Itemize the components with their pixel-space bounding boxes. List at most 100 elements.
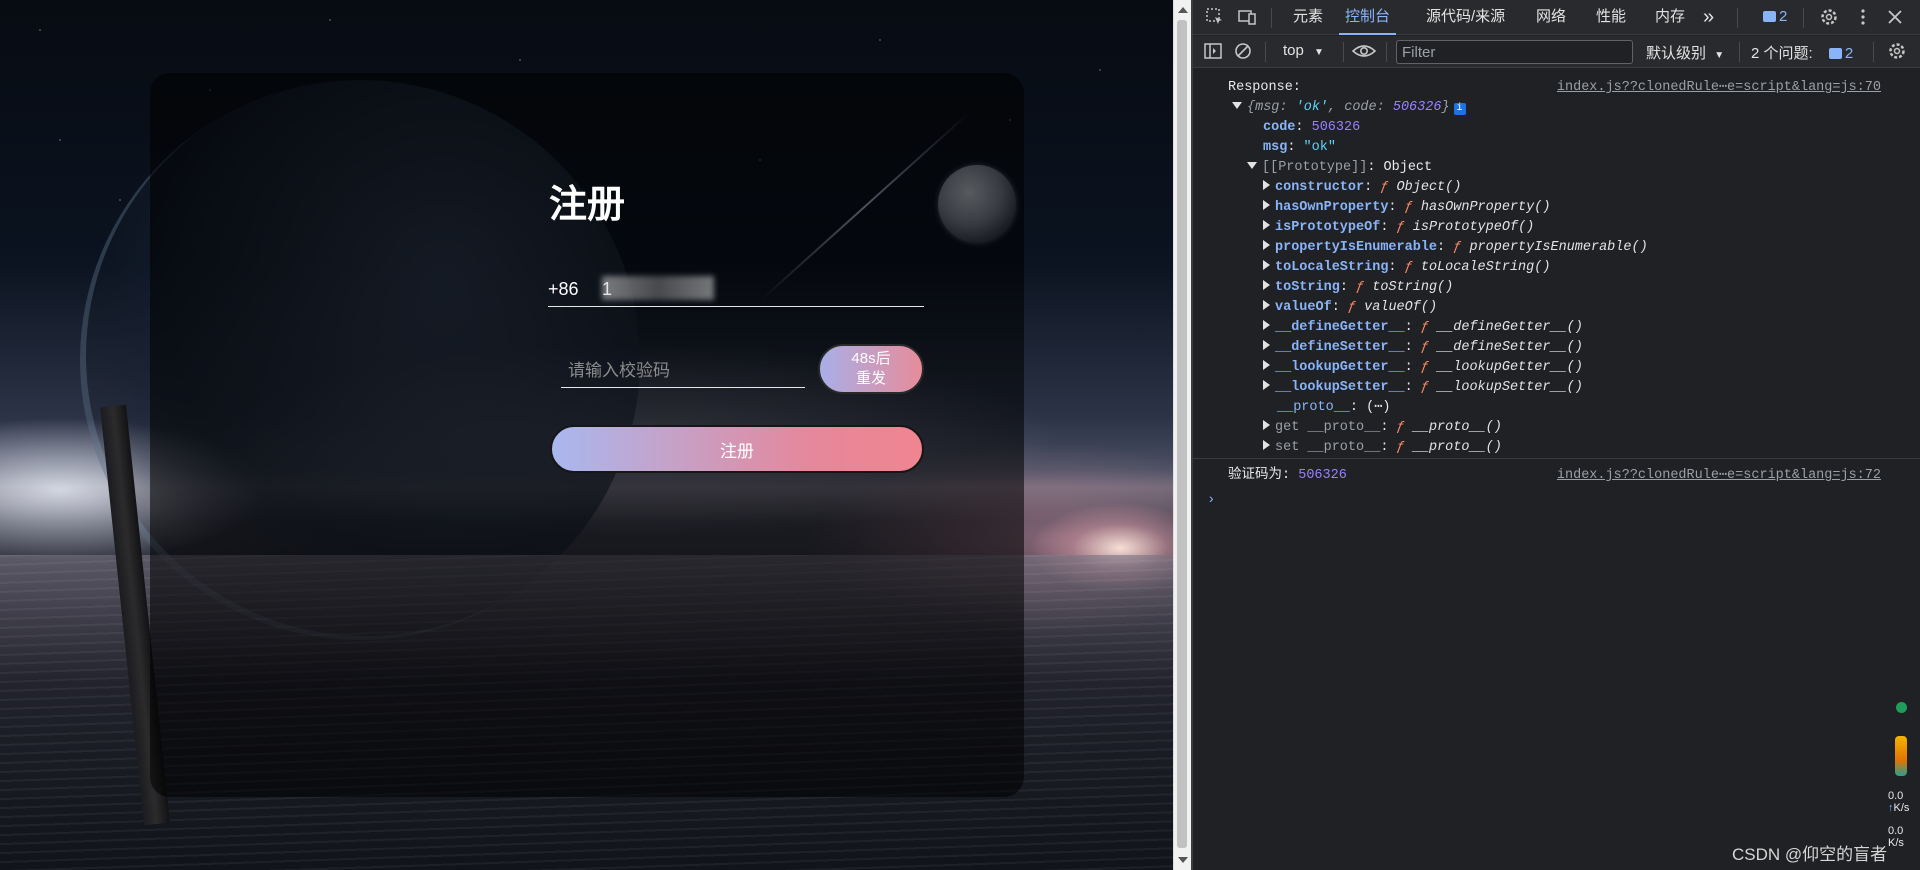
function-marker: ƒ bbox=[1420, 320, 1429, 335]
expand-triangle-icon[interactable] bbox=[1263, 220, 1270, 230]
prototype-row[interactable]: [[Prototype]]: Object bbox=[1247, 158, 1920, 178]
prototype-member-row[interactable]: __defineSetter__: ƒ __defineSetter__() bbox=[1263, 338, 1920, 358]
prototype-member-row[interactable]: __defineGetter__: ƒ __defineGetter__() bbox=[1263, 318, 1920, 338]
expand-triangle-icon[interactable] bbox=[1263, 380, 1270, 390]
expand-triangle-icon[interactable] bbox=[1263, 420, 1270, 430]
function-marker: ƒ bbox=[1347, 300, 1357, 315]
expand-triangle-icon[interactable] bbox=[1263, 280, 1270, 290]
context-selector[interactable]: top ▼ bbox=[1283, 42, 1324, 59]
verify-code: 506326 bbox=[1298, 468, 1347, 483]
tab-sources[interactable]: 源代码/来源 bbox=[1426, 0, 1505, 35]
property-key: toString bbox=[1275, 280, 1340, 295]
function-name: __defineGetter__() bbox=[1437, 320, 1583, 335]
scrollbar-thumb[interactable] bbox=[1177, 20, 1187, 848]
property-key: __defineGetter__ bbox=[1275, 320, 1405, 335]
function-marker: ƒ bbox=[1420, 380, 1429, 395]
prototype-member-row[interactable]: toLocaleString: ƒ toLocaleString() bbox=[1263, 258, 1920, 278]
more-options-icon[interactable] bbox=[1853, 7, 1875, 29]
tab-elements[interactable]: 元素 bbox=[1293, 0, 1323, 35]
prototype-member-row[interactable]: constructor: ƒ Object() bbox=[1263, 178, 1920, 198]
issues-badge[interactable]: 2 bbox=[1763, 0, 1787, 35]
console-toolbar: top ▼ 默认级别 ▼ 2 个问题: 2 bbox=[1193, 36, 1920, 68]
expand-triangle-icon[interactable] bbox=[1263, 300, 1270, 310]
country-code: +86 bbox=[548, 279, 579, 299]
resend-code-button[interactable]: 48s后 重发 bbox=[818, 344, 924, 394]
prototype-member-row[interactable]: __lookupGetter__: ƒ __lookupGetter__() bbox=[1263, 358, 1920, 378]
prototype-member-row[interactable]: valueOf: ƒ valueOf() bbox=[1263, 298, 1920, 318]
clear-console-icon[interactable] bbox=[1233, 41, 1255, 63]
issues-counter[interactable]: 2 个问题: 2 bbox=[1751, 42, 1853, 63]
log-level-dropdown[interactable]: 默认级别 ▼ bbox=[1646, 42, 1724, 63]
expand-triangle-icon[interactable] bbox=[1232, 102, 1242, 109]
function-name: toString() bbox=[1372, 280, 1454, 295]
issues-label: 2 个问题: bbox=[1751, 45, 1813, 62]
object-summary-row[interactable]: {msg: 'ok', code: 506326} i bbox=[1232, 98, 1920, 118]
property-key: hasOwnProperty bbox=[1275, 200, 1389, 215]
expand-triangle-icon[interactable] bbox=[1263, 340, 1270, 350]
toolbar-divider bbox=[1271, 8, 1272, 28]
page-scrollbar[interactable] bbox=[1173, 0, 1191, 870]
property-key: [[Prototype]] bbox=[1262, 160, 1368, 175]
toolbar-divider bbox=[1386, 42, 1387, 62]
toolbar-divider bbox=[1265, 42, 1266, 62]
register-card: 注册 +86 1 48s后 重发 注册 bbox=[150, 73, 1024, 797]
function-name: __proto__() bbox=[1412, 440, 1502, 455]
property-key: propertyIsEnumerable bbox=[1275, 240, 1438, 255]
message-icon bbox=[1763, 11, 1776, 22]
property-row: msg: "ok" bbox=[1263, 140, 1336, 155]
expand-triangle-icon[interactable] bbox=[1247, 162, 1257, 169]
property-key: __defineSetter__ bbox=[1275, 340, 1405, 355]
register-button[interactable]: 注册 bbox=[550, 425, 924, 473]
close-devtools-icon[interactable] bbox=[1885, 7, 1907, 29]
function-marker: ƒ bbox=[1453, 240, 1462, 255]
verification-code-input[interactable] bbox=[561, 354, 805, 388]
scroll-down-arrow-icon[interactable] bbox=[1178, 857, 1188, 863]
tab-network[interactable]: 网络 bbox=[1536, 0, 1566, 35]
property-row[interactable]: set __proto__: ƒ __proto__() bbox=[1263, 438, 1920, 458]
settings-gear-icon[interactable] bbox=[1819, 7, 1841, 29]
property-row[interactable]: get __proto__: ƒ __proto__() bbox=[1263, 418, 1920, 438]
prototype-member-row[interactable]: hasOwnProperty: ƒ hasOwnProperty() bbox=[1263, 198, 1920, 218]
expand-triangle-icon[interactable] bbox=[1263, 260, 1270, 270]
source-link[interactable]: index.js??clonedRule⋯e=script&lang=js:70 bbox=[1557, 78, 1881, 98]
tab-performance[interactable]: 性能 bbox=[1596, 0, 1626, 35]
property-value[interactable]: (⋯) bbox=[1366, 400, 1390, 415]
device-toolbar-icon[interactable] bbox=[1237, 7, 1259, 29]
devtools-panel: 元素 控制台 源代码/来源 网络 性能 内存 » 2 top ▼ Filter … bbox=[1193, 0, 1920, 870]
expand-triangle-icon[interactable] bbox=[1263, 320, 1270, 330]
scroll-up-arrow-icon[interactable] bbox=[1178, 7, 1188, 13]
expand-triangle-icon[interactable] bbox=[1263, 360, 1270, 370]
toolbar-divider bbox=[1737, 8, 1738, 28]
prototype-member-row[interactable]: toString: ƒ toString() bbox=[1263, 278, 1920, 298]
more-tabs-icon[interactable]: » bbox=[1703, 0, 1714, 35]
tab-memory[interactable]: 内存 bbox=[1655, 0, 1685, 35]
console-filter-input[interactable] bbox=[1396, 40, 1633, 64]
inspect-element-icon[interactable] bbox=[1205, 7, 1227, 29]
summary-value: 'ok' bbox=[1295, 100, 1329, 115]
summary-key: code bbox=[1344, 100, 1377, 115]
expand-triangle-icon[interactable] bbox=[1263, 240, 1270, 250]
expand-triangle-icon[interactable] bbox=[1263, 200, 1270, 210]
property-row[interactable]: __proto__: (⋯) bbox=[1277, 398, 1920, 418]
function-marker: ƒ bbox=[1420, 340, 1429, 355]
prototype-member-row[interactable]: isPrototypeOf: ƒ isPrototypeOf() bbox=[1263, 218, 1920, 238]
expand-triangle-icon[interactable] bbox=[1263, 440, 1270, 450]
function-marker: ƒ bbox=[1420, 360, 1429, 375]
expand-triangle-icon[interactable] bbox=[1263, 180, 1270, 190]
upload-speed: 0.0 ↑K/s bbox=[1888, 790, 1910, 814]
function-name: valueOf() bbox=[1364, 300, 1438, 315]
source-link[interactable]: index.js??clonedRule⋯e=script&lang=js:72 bbox=[1557, 466, 1881, 486]
console-prompt-icon[interactable]: › bbox=[1207, 492, 1215, 508]
prototype-member-row[interactable]: __lookupSetter__: ƒ __lookupSetter__() bbox=[1263, 378, 1920, 398]
status-dot-icon bbox=[1896, 702, 1907, 713]
live-expression-eye-icon[interactable] bbox=[1351, 41, 1379, 63]
function-name: toLocaleString() bbox=[1420, 260, 1551, 275]
console-settings-gear-icon[interactable] bbox=[1887, 41, 1909, 63]
tab-console[interactable]: 控制台 bbox=[1339, 0, 1397, 35]
issues-count: 2 bbox=[1844, 45, 1854, 62]
property-value: 506326 bbox=[1311, 120, 1361, 135]
info-icon[interactable]: i bbox=[1453, 103, 1466, 115]
sidebar-toggle-icon[interactable] bbox=[1203, 41, 1225, 63]
prototype-member-row[interactable]: propertyIsEnumerable: ƒ propertyIsEnumer… bbox=[1263, 238, 1920, 258]
page-title: 注册 bbox=[548, 184, 625, 226]
